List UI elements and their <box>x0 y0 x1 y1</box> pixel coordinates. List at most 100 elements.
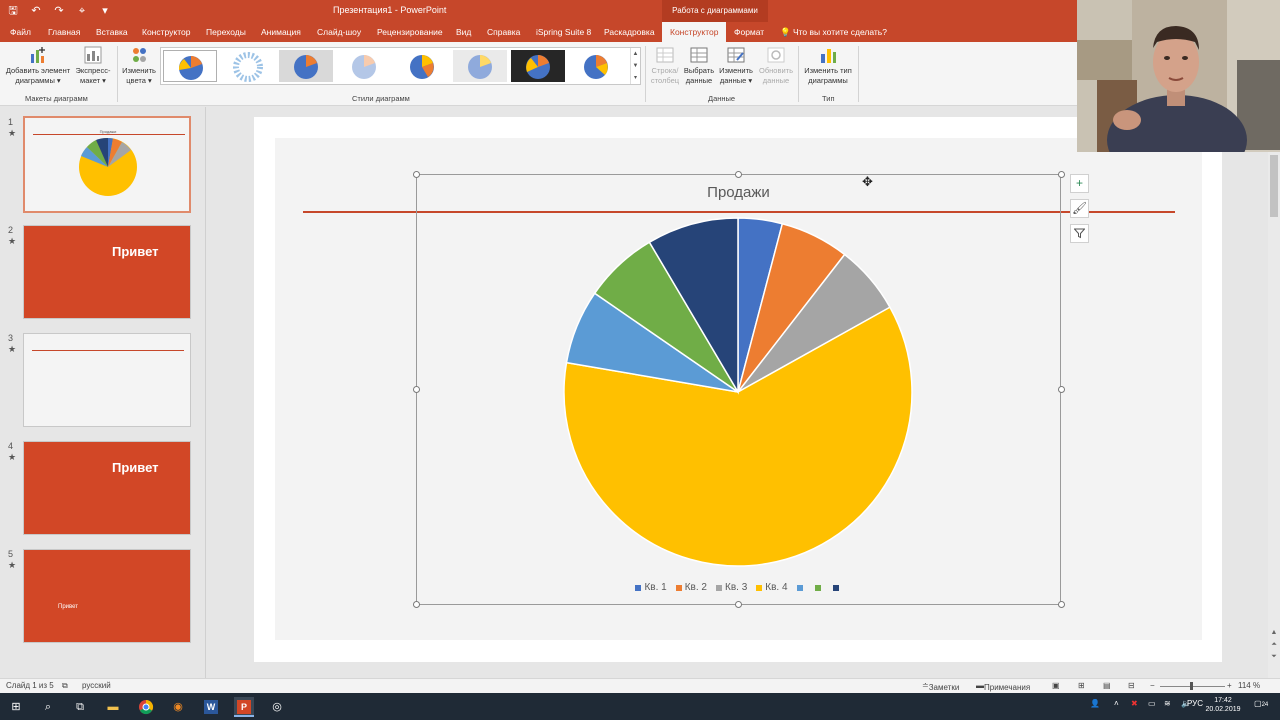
tab-home[interactable]: Главная <box>48 22 80 42</box>
app-orange-icon[interactable]: ◉ <box>168 697 188 717</box>
language-indicator[interactable]: русский <box>82 681 111 690</box>
tell-me-box[interactable]: 💡 Что вы хотите сделать? <box>780 22 887 42</box>
legend-entry[interactable]: Кв. 3 <box>716 582 747 593</box>
chart-elements-button[interactable]: + <box>1070 174 1089 193</box>
tab-slideshow[interactable]: Слайд-шоу <box>317 22 361 42</box>
tab-design[interactable]: Конструктор <box>142 22 190 42</box>
customize-icon[interactable]: ▾ <box>98 3 112 19</box>
chevron-down-icon[interactable]: ▼ <box>633 63 639 69</box>
notes-button[interactable]: ≐ Заметки <box>922 681 959 692</box>
tab-transitions[interactable]: Переходы <box>206 22 246 42</box>
chart-style-5[interactable] <box>395 50 449 82</box>
legend-entry[interactable]: Кв. 1 <box>635 582 667 593</box>
add-chart-element-button[interactable]: Добавить элемент диаграммы ▾ <box>4 46 72 86</box>
chevron-up-icon[interactable]: ▲ <box>1268 629 1280 636</box>
refresh-data-button[interactable]: Обновить данные <box>756 46 796 86</box>
spellcheck-icon[interactable]: ⧉ <box>62 681 68 691</box>
change-colors-button[interactable]: Изменить цвета ▾ <box>119 46 159 86</box>
tab-animations[interactable]: Анимация <box>261 22 301 42</box>
chart-style-6[interactable] <box>453 50 507 82</box>
tab-help[interactable]: Справка <box>487 22 520 42</box>
resize-handle[interactable] <box>1058 386 1065 393</box>
normal-view-icon[interactable]: ▣ <box>1052 681 1060 690</box>
switch-row-column-button[interactable]: Строка/ столбец <box>648 46 682 86</box>
people-icon[interactable]: 👤 <box>1090 699 1100 708</box>
chevron-up-icon[interactable]: ˄ <box>1114 699 1119 708</box>
tab-format[interactable]: Формат <box>734 22 764 42</box>
zoom-level[interactable]: 114 % <box>1238 681 1260 690</box>
undo-icon[interactable]: ↶ <box>29 3 43 19</box>
comments-button[interactable]: ▬ Примечания <box>976 681 1030 692</box>
search-icon[interactable]: ⌕ <box>38 697 58 717</box>
gallery-scroll[interactable]: ▲ ▼ ▾ <box>630 48 640 84</box>
tab-insert[interactable]: Вставка <box>96 22 128 42</box>
chart-filters-button[interactable] <box>1070 224 1089 243</box>
network-warning-icon[interactable]: ✖ <box>1131 699 1138 708</box>
quick-layout-button[interactable]: Экспресс- макет ▾ <box>72 46 114 86</box>
tab-chart-design[interactable]: Конструктор <box>662 22 727 42</box>
chevron-double-up-icon[interactable]: ⏶ <box>1268 641 1280 649</box>
slide-thumbnail-1[interactable]: Продажи <box>23 116 191 213</box>
chart-styles-button[interactable]: 🖌 <box>1070 199 1089 218</box>
battery-icon[interactable]: ▭ <box>1148 699 1156 708</box>
windows-start-icon[interactable]: ⊞ <box>6 697 26 717</box>
tab-storyboard[interactable]: Раскадровка <box>604 22 655 42</box>
edit-data-button[interactable]: Изменить данные ▾ <box>716 46 756 86</box>
redo-icon[interactable]: ↷ <box>52 3 66 19</box>
resize-handle[interactable] <box>735 171 742 178</box>
clock[interactable]: 17:42 20.02.2019 <box>1203 696 1243 714</box>
zoom-out-icon[interactable]: − <box>1150 681 1155 690</box>
wifi-icon[interactable]: ≋ <box>1164 699 1171 708</box>
legend-entry[interactable] <box>796 582 806 593</box>
notifications-icon[interactable]: ▢24 <box>1254 699 1268 708</box>
chart-style-4[interactable] <box>337 50 391 82</box>
tab-view[interactable]: Вид <box>456 22 471 42</box>
legend-entry[interactable]: Кв. 2 <box>675 582 707 593</box>
tab-review[interactable]: Рецензирование <box>377 22 443 42</box>
chart-title[interactable]: Продажи <box>416 184 1061 201</box>
legend-entry[interactable]: Кв. 4 <box>756 582 788 593</box>
pie-chart[interactable] <box>563 217 913 567</box>
slide-thumbnail-2[interactable]: Привет <box>23 225 191 319</box>
touch-mode-icon[interactable]: ⌖ <box>75 3 89 19</box>
chart-legend[interactable]: Кв. 1 Кв. 2 Кв. 3 Кв. 4 <box>416 582 1061 593</box>
task-view-icon[interactable]: ⧉ <box>70 697 90 717</box>
zoom-in-icon[interactable]: + <box>1227 681 1232 690</box>
save-icon[interactable]: 🖫 <box>6 3 20 19</box>
slide-sorter-icon[interactable]: ⊞ <box>1078 681 1085 690</box>
chevron-double-down-icon[interactable]: ⏷ <box>1268 653 1280 661</box>
slide-thumbnail-3[interactable] <box>23 333 191 427</box>
reading-view-icon[interactable]: ▤ <box>1103 681 1111 690</box>
resize-handle[interactable] <box>413 386 420 393</box>
tab-file[interactable]: Файл <box>10 22 31 42</box>
legend-entry[interactable] <box>832 582 842 593</box>
slideshow-icon[interactable]: ⊟ <box>1128 681 1135 690</box>
scrollbar-thumb[interactable] <box>1270 155 1278 217</box>
file-explorer-icon[interactable]: ▬ <box>103 697 123 717</box>
resize-handle[interactable] <box>1058 601 1065 608</box>
zoom-slider-thumb[interactable] <box>1190 682 1193 690</box>
resize-handle[interactable] <box>1058 171 1065 178</box>
slide-thumbnail-4[interactable]: Привет <box>23 441 191 535</box>
tab-ispring[interactable]: iSpring Suite 8 <box>536 22 591 42</box>
resize-handle[interactable] <box>413 171 420 178</box>
chevron-up-icon[interactable]: ▲ <box>633 51 639 57</box>
select-data-button[interactable]: Выбрать данные <box>682 46 716 86</box>
resize-handle[interactable] <box>413 601 420 608</box>
chrome-icon[interactable] <box>136 697 156 717</box>
powerpoint-icon[interactable]: P <box>234 697 254 717</box>
slide-thumbnail-5[interactable]: Привет <box>23 549 191 643</box>
change-chart-type-button[interactable]: Изменить тип диаграммы <box>800 46 856 86</box>
chart-style-8[interactable] <box>569 50 623 82</box>
chart-style-2[interactable] <box>221 50 275 82</box>
chart-style-1[interactable] <box>163 50 217 82</box>
more-icon[interactable]: ▾ <box>634 75 637 81</box>
vertical-scrollbar[interactable]: ▲ ⏶ ⏷ <box>1268 107 1280 678</box>
word-icon[interactable]: W <box>201 697 221 717</box>
app-circle-icon[interactable]: ◎ <box>267 697 287 717</box>
legend-entry[interactable] <box>814 582 824 593</box>
chart-style-3[interactable] <box>279 50 333 82</box>
resize-handle[interactable] <box>735 601 742 608</box>
slide-animation-star-icon: ★ <box>8 236 17 246</box>
chart-style-7[interactable] <box>511 50 565 82</box>
